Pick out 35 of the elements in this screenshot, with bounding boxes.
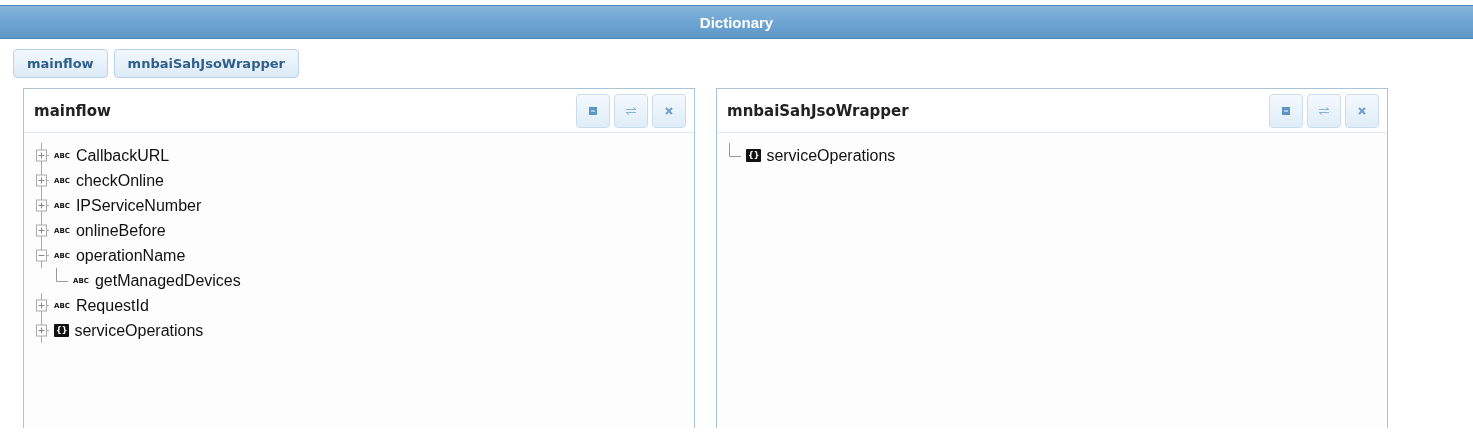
tab[interactable]: mainflow [13,49,108,78]
expand-icon[interactable] [34,143,49,168]
close-button[interactable] [652,93,686,128]
panel-title: mainflow [34,101,112,120]
expand-icon[interactable] [34,218,49,243]
minimize-button[interactable] [1269,93,1303,128]
close-icon [1358,106,1366,115]
tree-node-label[interactable]: getManagedDevices [94,271,241,290]
close-icon [665,106,673,115]
tree-node-label[interactable]: CallbackURL [75,146,170,165]
tab[interactable]: mnbaiSahJsoWrapper [113,49,299,78]
expand-icon[interactable] [34,318,49,343]
tree-node-label[interactable]: checkOnline [75,171,164,190]
expand-icon[interactable] [34,193,49,218]
panel-title: mnbaiSahJsoWrapper [727,101,910,120]
tree-node-label[interactable]: onlineBefore [75,221,166,240]
tree-node-label[interactable]: RequestId [75,296,149,315]
object-type-icon: {} [746,149,762,162]
minimize-icon [1282,106,1290,115]
swap-arrows-icon [1318,106,1330,115]
minimize-icon [589,106,597,115]
collapse-icon[interactable] [34,243,49,268]
tree-connector [56,268,68,282]
minimize-button[interactable] [576,93,610,128]
swap-arrows-icon [625,106,637,115]
object-type-icon: {} [54,324,70,337]
tree-node-label[interactable]: IPServiceNumber [75,196,202,215]
tree-connector [729,143,741,157]
tree-node-label[interactable]: serviceOperations [74,321,204,340]
tree-node-label[interactable]: operationName [75,246,186,265]
tree-node-label[interactable]: serviceOperations [766,146,896,165]
close-button[interactable] [1345,93,1379,128]
window-title: Dictionary [0,5,1473,39]
expand-icon[interactable] [34,293,49,318]
expand-icon[interactable] [34,168,49,193]
